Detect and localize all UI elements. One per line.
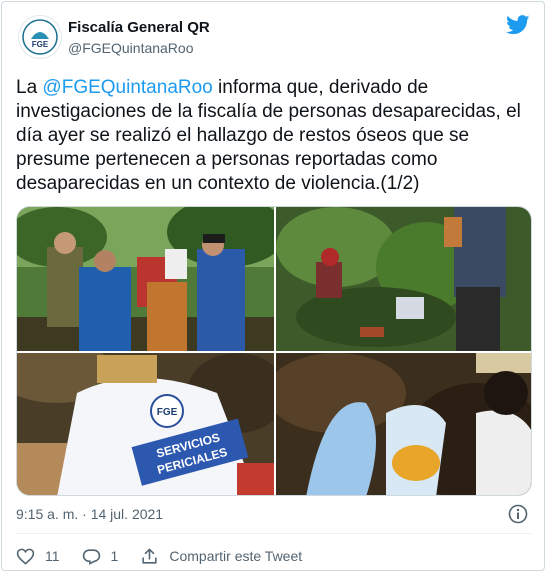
like-count: 11 — [45, 548, 60, 564]
tweet-text: La @FGEQuintanaRoo informa que, derivado… — [16, 76, 536, 196]
share-label: Compartir este Tweet — [169, 548, 303, 564]
info-icon[interactable] — [508, 504, 528, 524]
tweet-card: FGE Fiscalía General QR @FGEQuintanaRoo … — [1, 1, 545, 571]
twitter-bird-icon[interactable] — [506, 14, 530, 36]
fge-seal-icon: FGE — [22, 19, 58, 55]
reply-count: 1 — [110, 548, 119, 564]
reply-button[interactable]: 1 — [82, 547, 119, 566]
reply-icon — [82, 548, 100, 565]
share-icon — [142, 548, 157, 564]
avatar[interactable]: FGE — [18, 15, 62, 59]
tweet-timestamp[interactable]: 9:15 a. m. · 14 jul. 2021 — [16, 506, 163, 522]
photo-search-team[interactable] — [17, 207, 274, 351]
share-button[interactable]: Compartir este Tweet — [140, 547, 302, 566]
action-bar: 11 1 Compartir este Tweet — [16, 545, 324, 567]
mention-link[interactable]: @FGEQuintanaRoo — [42, 77, 212, 98]
like-button[interactable]: 11 — [16, 547, 60, 566]
display-name[interactable]: Fiscalía General QR — [68, 19, 210, 36]
handle[interactable]: @FGEQuintanaRoo — [68, 40, 194, 56]
tweet-lead: La — [16, 77, 43, 98]
divider — [16, 533, 532, 534]
avatar-label: FGE — [32, 40, 49, 49]
photo-forensic-vest[interactable]: FGE SERVICIOS PERICIALES — [17, 353, 274, 495]
photo-gloved-hands[interactable] — [276, 353, 531, 495]
heart-icon — [16, 548, 35, 565]
photo-vegetation-site[interactable] — [276, 207, 531, 351]
vest-logo: FGE — [157, 407, 178, 418]
media-grid: FGE SERVICIOS PERICIALES — [16, 206, 532, 496]
